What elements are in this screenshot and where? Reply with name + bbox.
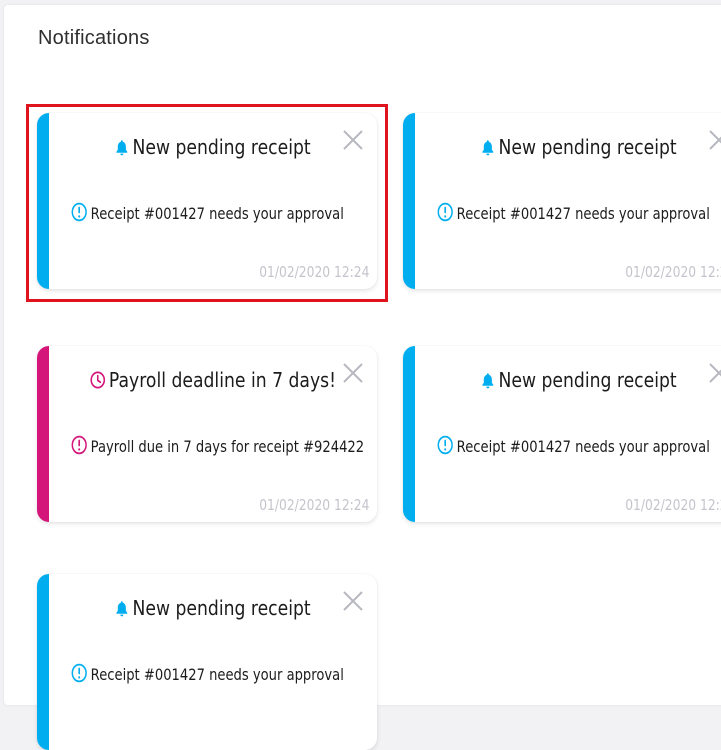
- close-icon: [343, 591, 363, 611]
- exclamation-circle-icon: [437, 435, 453, 459]
- card-message-text: Receipt #001427 needs your approval: [90, 665, 344, 684]
- card-title-text: New pending receipt: [132, 596, 311, 620]
- bell-icon: [115, 598, 129, 622]
- card-accent-bar: [403, 113, 415, 289]
- exclamation-circle-icon: [71, 435, 87, 459]
- close-button[interactable]: [342, 362, 364, 384]
- bell-icon: [115, 137, 129, 161]
- card-message-text: Receipt #001427 needs your approval: [456, 437, 710, 456]
- card-message: Receipt #001427 needs your approval: [71, 663, 344, 687]
- notification-card[interactable]: Payroll deadline in 7 days! Payroll due …: [37, 346, 377, 522]
- card-title-text: New pending receipt: [132, 135, 311, 159]
- card-title: New pending receipt: [72, 596, 354, 622]
- close-button[interactable]: [342, 590, 364, 612]
- close-icon: [709, 363, 721, 383]
- card-title: New pending receipt: [438, 368, 720, 394]
- card-timestamp: 01/02/2020 12:24: [258, 263, 369, 281]
- card-message: Receipt #001427 needs your approval: [437, 435, 710, 459]
- bell-icon: [481, 137, 495, 161]
- card-title: Payroll deadline in 7 days!: [72, 368, 354, 394]
- notification-card[interactable]: New pending receipt Receipt #001427 need…: [37, 574, 377, 750]
- card-title-text: Payroll deadline in 7 days!: [108, 368, 336, 392]
- card-accent-bar: [37, 113, 49, 289]
- card-message: Receipt #001427 needs your approval: [71, 202, 344, 226]
- card-message: Payroll due in 7 days for receipt #92442…: [71, 435, 364, 459]
- card-message-text: Payroll due in 7 days for receipt #92442…: [90, 437, 365, 456]
- page-title: Notifications: [38, 27, 150, 49]
- close-icon: [343, 130, 363, 150]
- card-title-text: New pending receipt: [498, 135, 677, 159]
- card-message: Receipt #001427 needs your approval: [437, 202, 710, 226]
- close-icon: [343, 363, 363, 383]
- card-accent-bar: [37, 346, 49, 522]
- clock-icon: [90, 370, 106, 394]
- card-timestamp: 01/02/2020 12:24: [258, 496, 369, 514]
- card-accent-bar: [37, 574, 49, 750]
- close-icon: [709, 130, 721, 150]
- close-button[interactable]: [708, 362, 721, 384]
- card-timestamp: 01/02/2020 12:24: [624, 496, 721, 514]
- card-title: New pending receipt: [438, 135, 720, 161]
- exclamation-circle-icon: [437, 202, 453, 226]
- close-button[interactable]: [708, 129, 721, 151]
- card-title: New pending receipt: [72, 135, 354, 161]
- notification-card[interactable]: New pending receipt Receipt #001427 need…: [37, 113, 377, 289]
- card-timestamp: 01/02/2020 12:24: [624, 263, 721, 281]
- card-accent-bar: [403, 346, 415, 522]
- notification-card[interactable]: New pending receipt Receipt #001427 need…: [403, 113, 721, 289]
- card-message-text: Receipt #001427 needs your approval: [456, 204, 710, 223]
- card-title-text: New pending receipt: [498, 368, 677, 392]
- card-message-text: Receipt #001427 needs your approval: [90, 204, 344, 223]
- exclamation-circle-icon: [71, 663, 87, 687]
- bell-icon: [481, 370, 495, 394]
- close-button[interactable]: [342, 129, 364, 151]
- notification-card[interactable]: New pending receipt Receipt #001427 need…: [403, 346, 721, 522]
- exclamation-circle-icon: [71, 202, 87, 226]
